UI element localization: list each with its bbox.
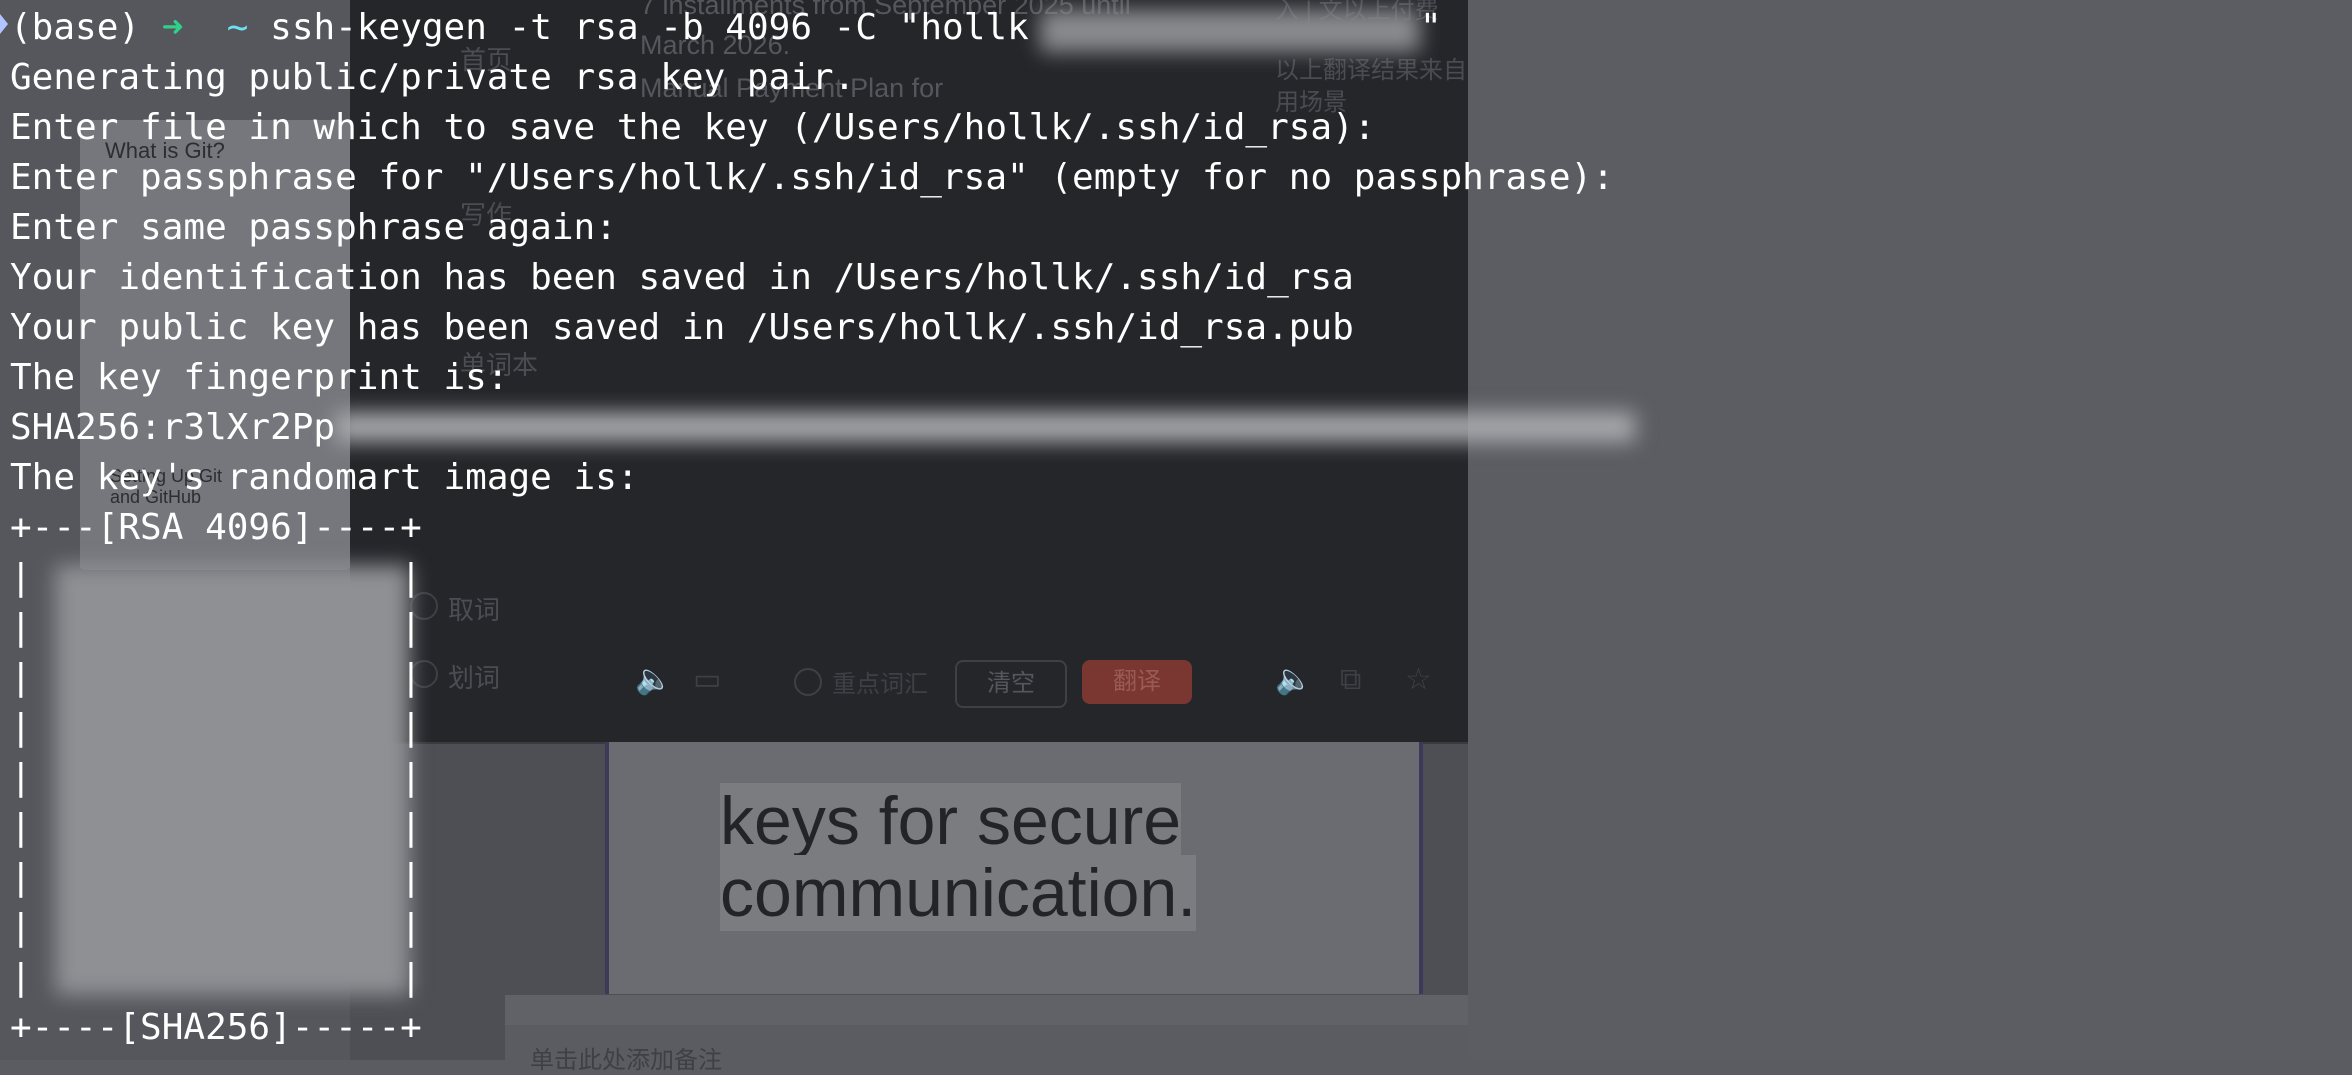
randomart-top: +---[RSA 4096]----+ xyxy=(10,507,422,548)
command-line: (base) ➜ ~ ssh-keygen -t rsa -b 4096 -C … xyxy=(10,3,1029,53)
terminal-output: (base) ➜ ~ ssh-keygen -t rsa -b 4096 -C … xyxy=(0,0,2352,1060)
prompt-marker-icon xyxy=(0,14,8,34)
randomart-row: | | xyxy=(10,557,422,598)
randomart-bottom: +----[SHA256]-----+ xyxy=(10,1007,422,1048)
output-line-7: The key fingerprint is: xyxy=(10,357,509,398)
randomart-label: The key's randomart image is: xyxy=(10,457,639,498)
prompt-env: (base) xyxy=(10,7,141,48)
output-line-1: Generating public/private rsa key pair. xyxy=(10,57,856,98)
randomart-row: | | xyxy=(10,607,422,648)
command-text: ssh-keygen -t rsa -b 4096 -C "hollk xyxy=(270,7,1029,48)
randomart-row: | | xyxy=(10,707,422,748)
randomart-row: | | xyxy=(10,857,422,898)
output-line-2: Enter file in which to save the key (/Us… xyxy=(10,107,1376,148)
randomart-row: | | xyxy=(10,657,422,698)
randomart-row: | | xyxy=(10,757,422,798)
output-line-6: Your public key has been saved in /Users… xyxy=(10,307,1354,348)
command-tail: " xyxy=(1420,7,1442,48)
randomart-row: | | xyxy=(10,957,422,998)
randomart-row: | | xyxy=(10,807,422,848)
fingerprint-line: SHA256:r3lXr2Pp xyxy=(10,407,336,448)
output-line-3: Enter passphrase for "/Users/hollk/.ssh/… xyxy=(10,157,1614,198)
output-line-5: Your identification has been saved in /U… xyxy=(10,257,1354,298)
randomart-row: | | xyxy=(10,907,422,948)
output-line-4: Enter same passphrase again: xyxy=(10,207,617,248)
prompt-dir: ~ xyxy=(226,7,249,48)
prompt-arrow-icon: ➜ xyxy=(161,7,184,48)
